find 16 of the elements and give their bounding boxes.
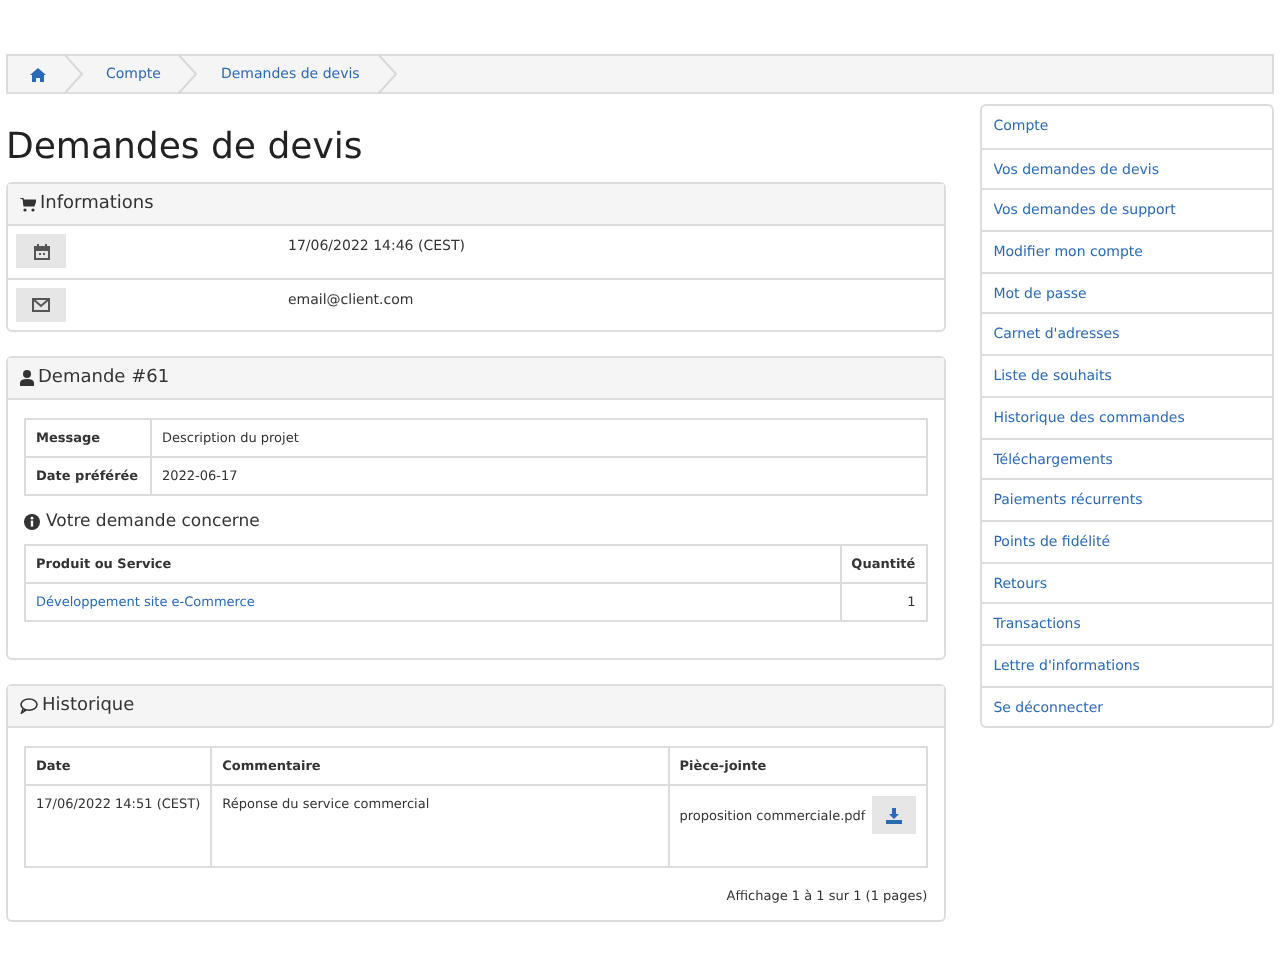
home-icon <box>30 67 46 81</box>
panel-title: Informations <box>40 194 154 214</box>
comment-icon <box>20 698 38 714</box>
download-icon <box>885 807 902 823</box>
user-icon <box>20 370 34 386</box>
cart-icon <box>20 197 36 211</box>
page-title: Demandes de devis <box>6 126 365 170</box>
info-button[interactable] <box>16 288 66 322</box>
download-button[interactable] <box>871 796 916 834</box>
info-button[interactable] <box>16 234 66 268</box>
panel-title: Historique <box>42 696 135 716</box>
mail-icon <box>32 298 50 312</box>
section-heading: Votre demande concerne <box>46 512 260 532</box>
info-icon <box>24 514 40 530</box>
calendar-icon <box>33 243 49 259</box>
panel-title: Demande #61 <box>38 368 170 388</box>
